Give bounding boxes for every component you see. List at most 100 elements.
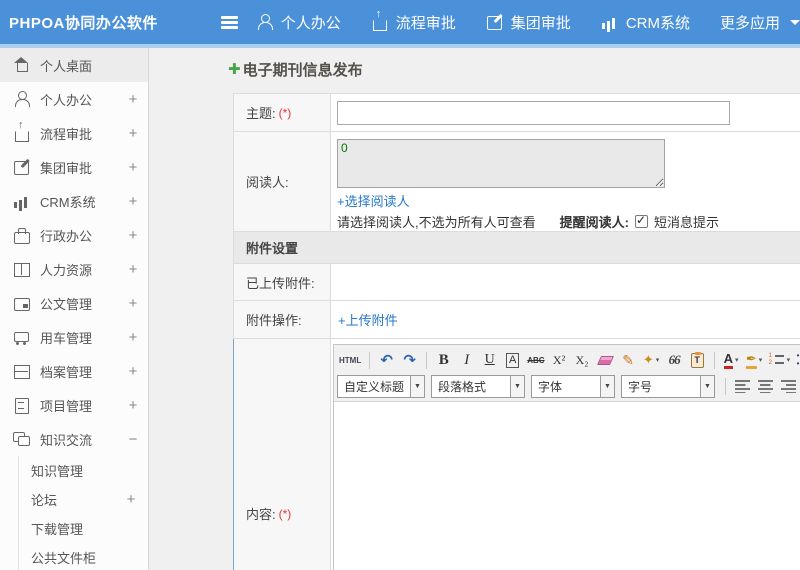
font-color-icon[interactable]: A ▾ xyxy=(721,349,742,371)
nav-item-more-apps[interactable]: 更多应用 xyxy=(720,12,800,33)
paragraph-format-select[interactable]: 段落格式 ▼ xyxy=(431,374,525,398)
required-marker: (*) xyxy=(278,105,292,120)
publish-form: 主题: (*) 阅读人: 0 +选择阅读人 请选择阅读人,不选为所有人可查看 提… xyxy=(233,93,800,570)
sidebar-item-project-mgmt[interactable]: 项目管理 + xyxy=(0,388,148,422)
redo-icon[interactable]: ↷ xyxy=(399,349,420,371)
highlight-color-icon-glyph: ✒ xyxy=(745,351,757,369)
highlight-color-icon[interactable]: ✒ ▾ xyxy=(744,349,765,371)
align-left-icon xyxy=(735,379,750,393)
sidebar-subitem-knowledge-mgmt[interactable]: 知识管理 xyxy=(19,456,148,485)
blockquote-icon[interactable]: 66 xyxy=(664,349,685,371)
font-color-icon-glyph: A xyxy=(723,351,733,369)
dropdown-caret-icon: ▼ xyxy=(510,375,524,397)
nav-item-crm-system[interactable]: CRM系统 xyxy=(601,12,690,33)
upload-attachment-link[interactable]: +上传附件 xyxy=(338,310,800,329)
sidebar-subitem-label: 下载管理 xyxy=(31,522,84,537)
paste-text-icon: T xyxy=(690,351,704,368)
align-center-icon xyxy=(758,379,773,393)
sidebar-item-group-approval[interactable]: 集团审批 + xyxy=(0,150,148,184)
expand-icon[interactable]: + xyxy=(118,363,148,380)
subject-input[interactable] xyxy=(337,100,730,125)
undo-icon[interactable]: ↶ xyxy=(376,349,397,371)
toolbar-separator xyxy=(713,351,715,369)
nav-item-group-approval[interactable]: 集团审批 xyxy=(486,12,571,33)
sidebar-item-admin-office[interactable]: 行政办公 + xyxy=(0,218,148,252)
subscript-icon[interactable]: X₂ xyxy=(572,349,593,371)
expand-icon[interactable]: + xyxy=(118,397,148,414)
doc-icon xyxy=(13,295,30,311)
align-right-icon[interactable] xyxy=(778,375,799,397)
expand-icon[interactable]: + xyxy=(118,227,148,244)
editor-body[interactable] xyxy=(334,402,800,570)
sidebar-item-crm-system[interactable]: CRM系统 + xyxy=(0,184,148,218)
expand-icon[interactable]: + xyxy=(114,491,148,508)
format-brush-icon-glyph: ✎ xyxy=(622,351,634,368)
sidebar-item-document-mgmt[interactable]: 公文管理 + xyxy=(0,286,148,320)
format-brush-icon[interactable]: ✎ xyxy=(618,349,639,371)
expand-icon[interactable]: + xyxy=(118,91,148,108)
sms-checkbox[interactable] xyxy=(634,213,648,228)
quick-format-icon-glyph: ✦ xyxy=(642,352,654,367)
sidebar-subitem-label: 论坛 xyxy=(31,493,58,508)
remind-readers-label: 提醒阅读人: xyxy=(559,215,629,230)
expand-icon[interactable]: + xyxy=(118,125,148,142)
caret-down-icon xyxy=(790,19,800,25)
sidebar-subitem-download-mgmt[interactable]: 下载管理 xyxy=(19,514,148,543)
font-family-select[interactable]: 字体 ▼ xyxy=(531,374,615,398)
align-center-icon[interactable] xyxy=(755,375,776,397)
readers-note: 请选择阅读人,不选为所有人可查看 提醒阅读人: 短消息提示 xyxy=(337,212,800,231)
sidebar-item-label: CRM系统 xyxy=(40,194,96,210)
edit-icon xyxy=(486,14,503,30)
underline-icon[interactable]: U xyxy=(479,349,500,371)
sidebar-item-workflow-approval[interactable]: 流程审批 + xyxy=(0,116,148,150)
readers-textarea[interactable]: 0 xyxy=(337,139,665,188)
editor-toolbar: HTML↶↷BIUAABCX²X₂✎✦▾66TA▾✒▾▾ 自定义标题▼段落格式▼… xyxy=(334,345,800,402)
font-style-icon[interactable]: A xyxy=(502,349,523,371)
nav-item-personal-office[interactable]: 个人办公 xyxy=(256,12,341,33)
bold-icon[interactable]: B xyxy=(433,349,454,371)
expand-icon[interactable]: + xyxy=(118,329,148,346)
superscript-icon[interactable]: X² xyxy=(549,349,570,371)
custom-heading-select[interactable]: 自定义标题 ▼ xyxy=(337,374,425,398)
ordered-list-icon[interactable]: ▾ xyxy=(767,349,793,371)
expand-icon[interactable]: + xyxy=(118,159,148,176)
paste-text-icon[interactable]: T xyxy=(687,349,708,371)
collapse-icon[interactable]: − xyxy=(118,431,148,448)
sidebar-item-knowledge-exchange[interactable]: 知识交流 − xyxy=(0,422,148,456)
sidebar-subitem-forum[interactable]: 论坛 + xyxy=(19,485,148,514)
nav-item-workflow-approval[interactable]: 流程审批 xyxy=(371,9,456,33)
sidebar-item-vehicle-mgmt[interactable]: 用车管理 + xyxy=(0,320,148,354)
bullet-list-icon[interactable] xyxy=(794,349,800,371)
submenu-knowledge-exchange: 知识管理论坛 + 下载管理公共文件柜 xyxy=(18,456,148,570)
pick-readers-link[interactable]: +选择阅读人 xyxy=(337,191,800,210)
hamburger-icon[interactable] xyxy=(220,15,238,29)
sidebar-item-personal-desktop[interactable]: 个人桌面 xyxy=(0,48,148,82)
italic-icon[interactable]: I xyxy=(456,349,477,371)
quick-format-icon[interactable]: ✦ ▾ xyxy=(641,349,662,371)
expand-icon[interactable]: + xyxy=(118,295,148,312)
align-left-icon[interactable] xyxy=(732,375,753,397)
custom-heading-select-label: 自定义标题 xyxy=(344,379,405,394)
font-size-select[interactable]: 字号 ▼ xyxy=(621,374,715,398)
eraser-icon[interactable] xyxy=(595,349,616,371)
content-row: 内容: (*) HTML↶↷BIUAABCX²X₂✎✦▾66TA▾✒▾▾ 自定义… xyxy=(233,339,800,570)
expand-icon[interactable]: + xyxy=(118,193,148,210)
flow-icon xyxy=(371,9,388,31)
ordered-list-icon xyxy=(769,353,785,367)
subject-row: 主题: (*) xyxy=(233,94,800,132)
sidebar-item-label: 知识交流 xyxy=(40,432,93,448)
source-code-icon[interactable]: HTML xyxy=(337,349,363,371)
page-title: ✚ 电子期刊信息发布 xyxy=(228,59,800,80)
dropdown-caret-icon: ▾ xyxy=(655,357,660,364)
expand-icon[interactable]: + xyxy=(118,261,148,278)
strikethrough-icon[interactable]: ABC xyxy=(525,349,546,371)
sidebar-item-label: 用车管理 xyxy=(40,330,93,346)
bold-icon-glyph: B xyxy=(438,351,449,368)
sidebar-subitem-public-file-cabinet[interactable]: 公共文件柜 xyxy=(19,543,148,570)
eraser-icon xyxy=(596,355,614,365)
sidebar-item-personal-office[interactable]: 个人办公 + xyxy=(0,82,148,116)
sidebar-item-archive-mgmt[interactable]: 档案管理 + xyxy=(0,354,148,388)
sidebar-item-label: 个人桌面 xyxy=(40,58,93,74)
rich-text-editor: HTML↶↷BIUAABCX²X₂✎✦▾66TA▾✒▾▾ 自定义标题▼段落格式▼… xyxy=(333,344,800,570)
sidebar-item-human-resources[interactable]: 人力资源 + xyxy=(0,252,148,286)
